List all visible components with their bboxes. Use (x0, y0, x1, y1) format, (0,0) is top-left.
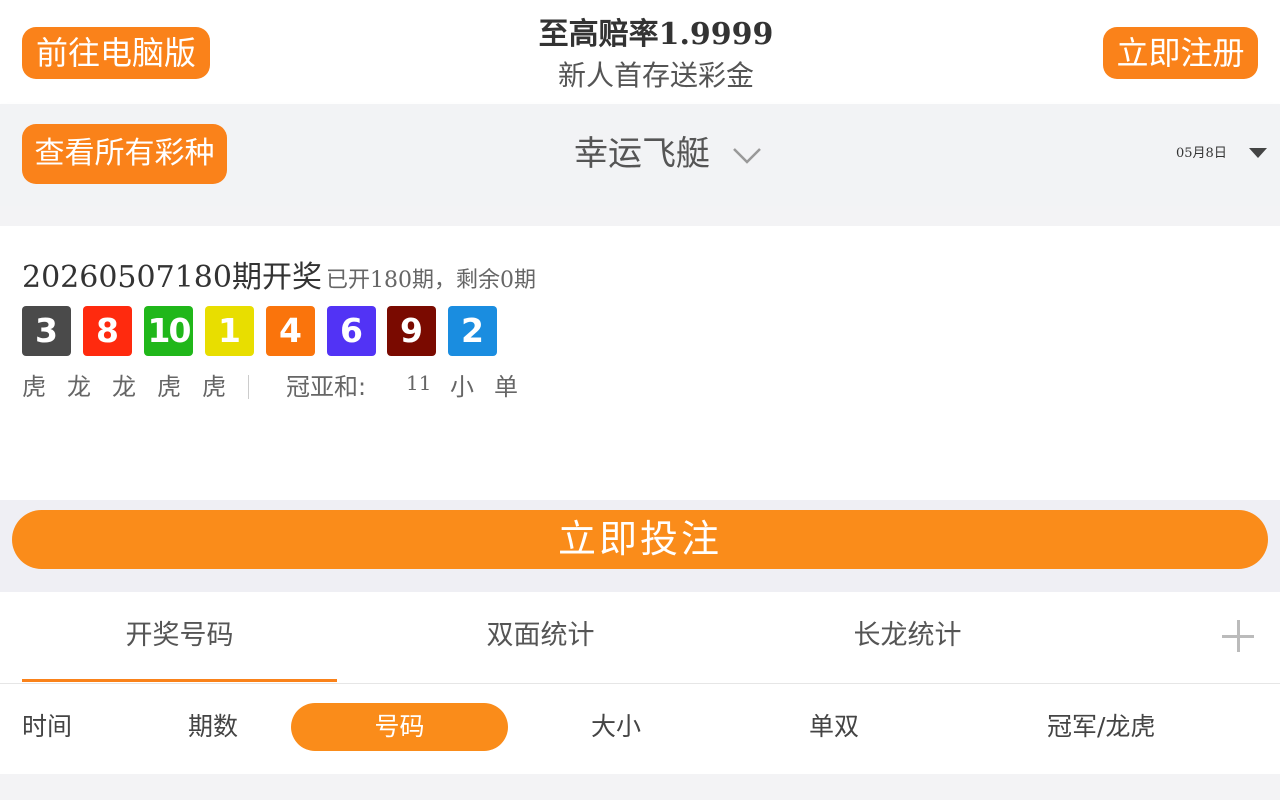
draw-ball: 6 (327, 306, 376, 356)
lottery-name-selector[interactable]: 幸运飞艇 (574, 134, 710, 174)
issue-summary: 已开180期，剩余0期 (325, 268, 536, 293)
dragon-tiger-5: 虎 (202, 373, 226, 401)
bet-bar: 立即投注 (0, 500, 1280, 592)
filter-issue[interactable]: 期数 (188, 703, 238, 751)
draw-ball: 3 (22, 306, 71, 356)
stats-tabs: 开奖号码 双面统计 长龙统计 (0, 592, 1280, 684)
column-filters: 时间 期数 号码 大小 单双 冠军/龙虎 (0, 684, 1280, 774)
draw-ball: 8 (83, 306, 132, 356)
stats-separator (248, 375, 249, 399)
active-tab-indicator (22, 679, 337, 682)
lottery-bar: 查看所有彩种 幸运飞艇 05月8日 (0, 104, 1280, 206)
divider (0, 206, 1280, 226)
draw-result-panel: 20260507180期开奖 已开180期，剩余0期 3 8 10 1 4 6 9 2 虎 龙 … (0, 226, 1280, 500)
dragon-tiger-3: 龙 (112, 373, 136, 401)
promo-title: 至高赔率1.9999 (538, 17, 774, 52)
filter-numbers[interactable]: 号码 (291, 703, 508, 751)
caret-down-icon[interactable] (1249, 148, 1267, 158)
draw-ball: 2 (448, 306, 497, 356)
dragon-tiger-2: 龙 (67, 373, 91, 401)
dragon-tiger-4: 虎 (157, 373, 181, 401)
filter-parity[interactable]: 单双 (809, 703, 859, 751)
promo-subtitle: 新人首存送彩金 (557, 59, 754, 92)
draw-ball: 4 (266, 306, 315, 356)
sum-size: 小 (450, 373, 474, 401)
tab-two-sided-stats[interactable]: 双面统计 (383, 592, 698, 683)
filter-champion-dragon-tiger[interactable]: 冠军/龙虎 (1047, 703, 1155, 751)
dragon-tiger-1: 虎 (22, 373, 46, 401)
go-pc-version-button[interactable]: 前往电脑版 (22, 27, 210, 79)
draw-ball: 1 (205, 306, 254, 356)
issue-number: 20260507180 (22, 260, 232, 295)
top-header: 前往电脑版 至高赔率1.9999 新人首存送彩金 立即注册 (0, 0, 1280, 104)
draw-ball: 10 (144, 306, 193, 356)
bottom-divider (0, 774, 1280, 800)
sum-parity: 单 (494, 373, 518, 401)
all-lotteries-button[interactable]: 查看所有彩种 (22, 124, 227, 184)
draw-ball: 9 (387, 306, 436, 356)
filter-size[interactable]: 大小 (591, 703, 641, 751)
issue-label: 期开奖 (231, 260, 322, 295)
tab-draw-numbers[interactable]: 开奖号码 (22, 592, 337, 683)
chevron-down-icon[interactable] (732, 140, 762, 170)
issue-line: 20260507180期开奖 已开180期，剩余0期 (22, 252, 536, 296)
sum-label: 冠亚和: (286, 373, 367, 401)
date-selector[interactable]: 05月8日 (1176, 146, 1227, 162)
tab-long-dragon-stats[interactable]: 长龙统计 (750, 592, 1065, 683)
sum-value: 11 (406, 371, 432, 395)
bet-now-button[interactable]: 立即投注 (12, 510, 1268, 569)
register-button[interactable]: 立即注册 (1103, 27, 1258, 79)
plus-icon[interactable] (1222, 620, 1254, 652)
filter-time[interactable]: 时间 (22, 703, 72, 751)
